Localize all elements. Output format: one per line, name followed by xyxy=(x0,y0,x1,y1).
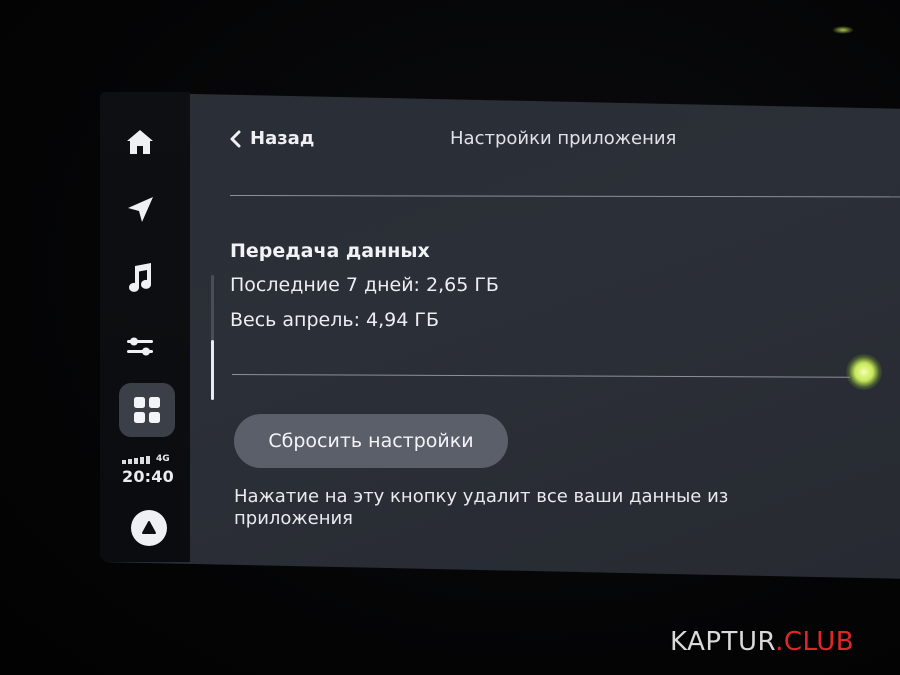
reflection-glare xyxy=(846,354,882,390)
sidebar-item-music[interactable] xyxy=(124,262,156,294)
sidebar-item-apps[interactable] xyxy=(119,383,175,437)
reset-hint-text: Нажатие на эту кнопку удалит все ваши да… xyxy=(234,486,729,529)
reflection-glare xyxy=(832,26,854,34)
back-button[interactable]: Назад xyxy=(228,128,314,149)
section-title-data-transfer: Передача данных xyxy=(230,240,430,262)
photo-of-car-display: 4G 20:40 Назад Настройки приложения Пере… xyxy=(0,0,900,675)
reset-settings-button[interactable]: Сбросить настройки xyxy=(234,414,508,468)
watermark-accent: .CLUB xyxy=(775,627,855,657)
alice-assistant-icon xyxy=(142,521,156,534)
scrollbar-thumb[interactable] xyxy=(211,340,214,400)
watermark: KAPTUR.CLUB xyxy=(670,627,854,657)
navigation-arrow-icon xyxy=(128,197,153,222)
sidebar-item-home[interactable] xyxy=(124,126,156,158)
scrollbar[interactable] xyxy=(211,275,214,400)
chevron-left-icon xyxy=(230,130,241,147)
network-type: 4G xyxy=(156,454,170,464)
status-area: 4G 20:40 xyxy=(122,455,178,486)
clock: 20:40 xyxy=(122,467,174,486)
watermark-main: KAPTUR xyxy=(670,627,776,657)
signal-strength-icon: 4G xyxy=(122,455,178,464)
apps-grid-icon xyxy=(134,397,160,423)
data-usage-april: Весь апрель: 4,94 ГБ xyxy=(230,309,439,331)
sidebar-item-navigation[interactable] xyxy=(124,194,156,226)
settings-sliders-icon xyxy=(127,337,153,356)
assistant-button[interactable] xyxy=(131,510,167,546)
music-note-icon xyxy=(129,263,152,292)
data-usage-last-7-days: Последние 7 дней: 2,65 ГБ xyxy=(230,274,499,296)
sidebar-item-settings[interactable] xyxy=(124,330,156,362)
back-label: Назад xyxy=(250,128,315,149)
page-title: Настройки приложения xyxy=(450,128,677,149)
home-icon xyxy=(127,130,153,154)
sidebar xyxy=(100,92,190,562)
